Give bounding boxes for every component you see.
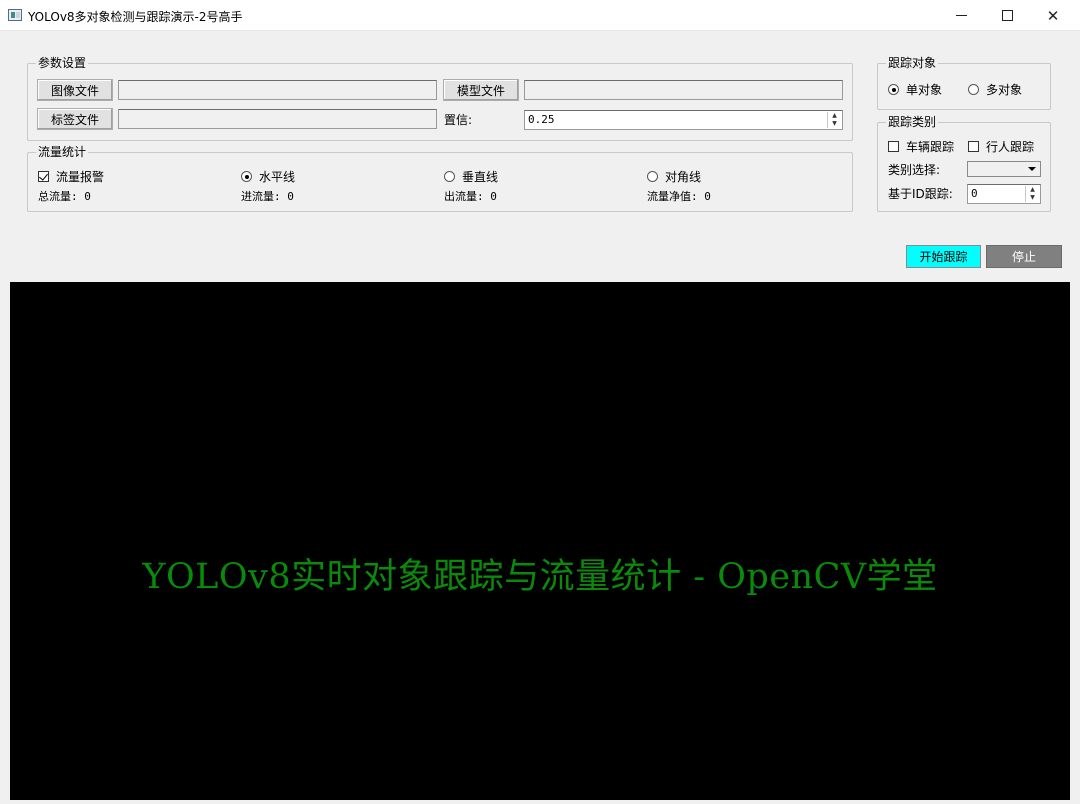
flow-alarm-label: 流量报警 <box>56 170 105 184</box>
spin-down-icon[interactable]: ▼ <box>828 120 841 128</box>
vehicle-track-checkbox[interactable] <box>888 141 899 152</box>
confidence-value: 0.25 <box>528 113 555 126</box>
minimize-button[interactable] <box>938 0 984 31</box>
single-object-radio[interactable] <box>888 84 899 95</box>
spin-up-icon[interactable]: ▲ <box>1026 186 1039 194</box>
flow-alarm-checkbox[interactable] <box>38 171 49 182</box>
total-flow-label: 总流量: 0 <box>38 190 91 203</box>
confidence-spin-arrows[interactable]: ▲ ▼ <box>827 112 841 128</box>
diagonal-line-radio[interactable] <box>647 171 658 182</box>
label-file-button[interactable]: 标签文件 <box>37 108 113 130</box>
id-track-value: 0 <box>971 187 978 200</box>
close-button[interactable]: ✕ <box>1030 0 1076 31</box>
spin-up-icon[interactable]: ▲ <box>828 112 841 120</box>
image-file-field[interactable] <box>118 80 437 100</box>
window-title: YOLOv8多对象检测与跟踪演示-2号高手 <box>28 10 243 24</box>
stop-button[interactable]: 停止 <box>986 245 1062 268</box>
video-display: YOLOv8实时对象跟踪与流量统计 - OpenCV学堂 <box>10 282 1070 800</box>
track-category-group-title: 跟踪类别 <box>886 115 939 129</box>
net-flow-label: 流量净值: 0 <box>647 190 711 203</box>
vehicle-track-label: 车辆跟踪 <box>906 140 955 154</box>
model-file-button[interactable]: 模型文件 <box>443 79 519 101</box>
model-file-field[interactable] <box>524 80 843 100</box>
id-track-label: 基于ID跟踪: <box>888 187 953 201</box>
confidence-spinbox[interactable]: 0.25 ▲ ▼ <box>524 110 843 130</box>
pedestrian-track-label: 行人跟踪 <box>986 140 1035 154</box>
image-file-button[interactable]: 图像文件 <box>37 79 113 101</box>
chevron-down-icon[interactable] <box>1025 163 1039 175</box>
out-flow-label: 出流量: 0 <box>444 190 497 203</box>
horizontal-line-label: 水平线 <box>259 170 296 184</box>
in-flow-label: 进流量: 0 <box>241 190 294 203</box>
minimize-icon <box>955 15 967 16</box>
flow-group: 流量统计 <box>27 145 853 212</box>
maximize-button[interactable] <box>984 0 1030 31</box>
maximize-icon <box>1001 10 1013 21</box>
class-select-dropdown[interactable] <box>967 161 1041 177</box>
label-file-field[interactable] <box>118 109 437 129</box>
flow-group-title: 流量统计 <box>36 145 89 159</box>
diagonal-line-label: 对角线 <box>665 170 702 184</box>
id-track-spin-arrows[interactable]: ▲ ▼ <box>1025 186 1039 202</box>
start-tracking-button[interactable]: 开始跟踪 <box>906 245 981 268</box>
track-target-group-title: 跟踪对象 <box>886 56 939 70</box>
close-icon: ✕ <box>1046 6 1060 25</box>
spin-down-icon[interactable]: ▼ <box>1026 194 1039 202</box>
single-object-label: 单对象 <box>906 83 943 97</box>
vertical-line-label: 垂直线 <box>462 170 499 184</box>
title-bar: YOLOv8多对象检测与跟踪演示-2号高手 ✕ <box>0 0 1080 31</box>
id-track-spinbox[interactable]: 0 ▲ ▼ <box>967 184 1041 204</box>
horizontal-line-radio[interactable] <box>241 171 252 182</box>
video-caption: YOLOv8实时对象跟踪与流量统计 - OpenCV学堂 <box>142 557 938 597</box>
multi-object-radio[interactable] <box>968 84 979 95</box>
class-select-label: 类别选择: <box>888 163 941 177</box>
params-group-title: 参数设置 <box>36 56 89 70</box>
vertical-line-radio[interactable] <box>444 171 455 182</box>
confidence-label: 置信: <box>444 113 473 127</box>
track-target-group: 跟踪对象 <box>877 56 1051 110</box>
pedestrian-track-checkbox[interactable] <box>968 141 979 152</box>
multi-object-label: 多对象 <box>986 83 1023 97</box>
app-icon <box>8 9 22 21</box>
